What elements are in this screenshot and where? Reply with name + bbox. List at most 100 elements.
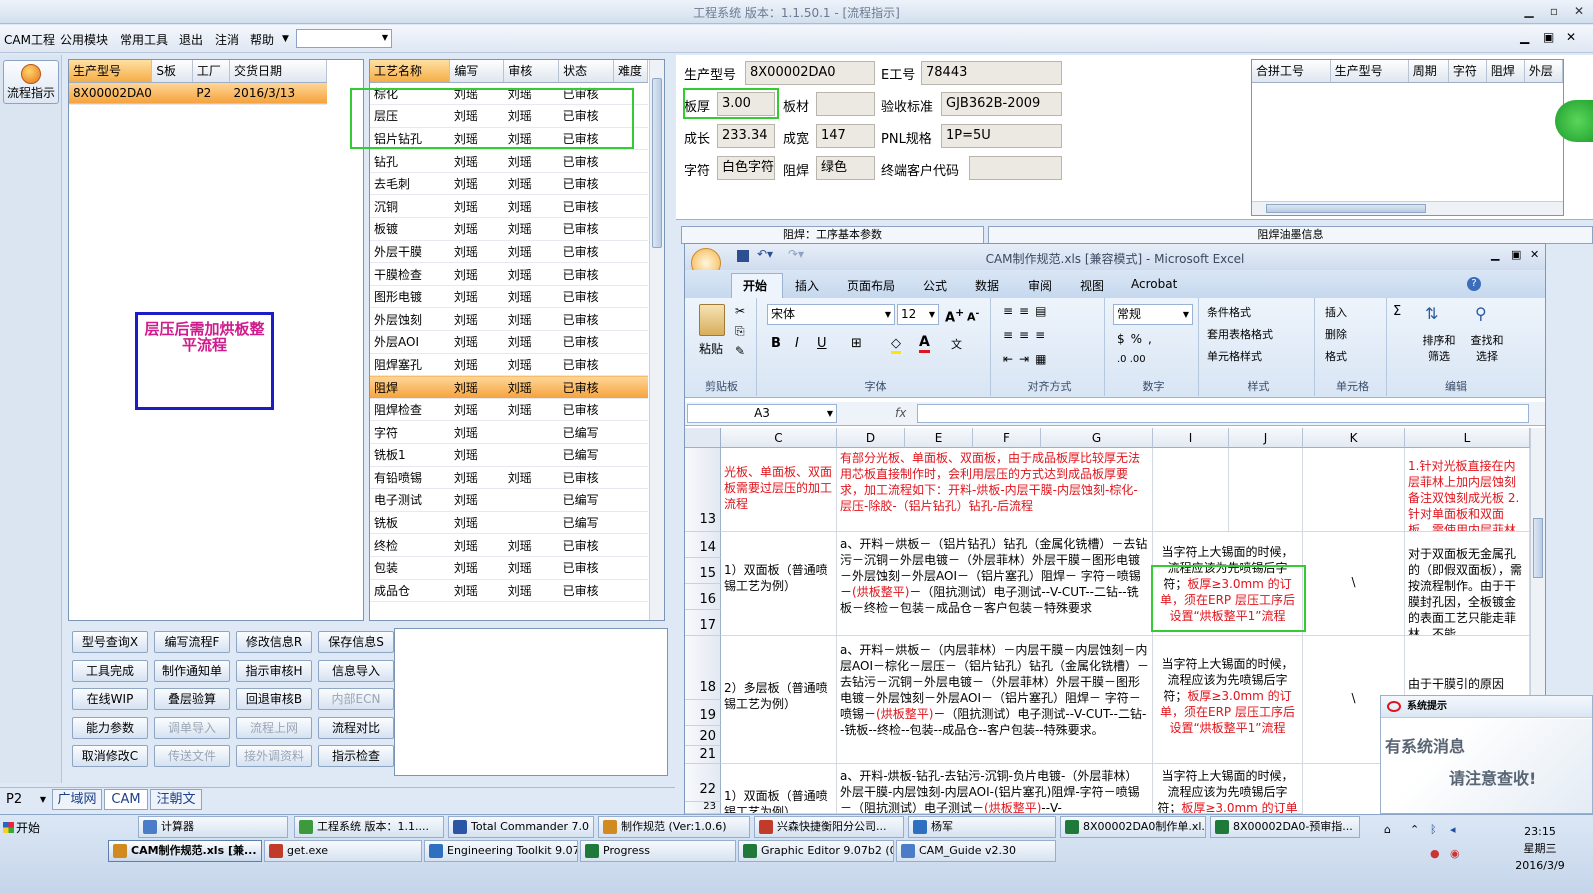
col-header-c[interactable]: C [721, 428, 837, 448]
taskbar-item[interactable]: CAM_Guide v2.30 [896, 840, 1056, 862]
tray-clock[interactable]: 23:15 星期三 2016/3/9 [1495, 823, 1585, 874]
sort-filter-label[interactable]: 排序和筛选 [1419, 332, 1459, 364]
paste-label[interactable]: 粘贴 [699, 340, 723, 357]
row-header-23[interactable]: 23 [685, 802, 721, 814]
table-row[interactable]: 终检 刘瑶 刘瑶 已审核 [370, 533, 648, 557]
col-header-g[interactable]: G [1041, 428, 1153, 448]
row-header-18[interactable]: 18 [685, 636, 721, 700]
cell-j13[interactable] [1229, 448, 1303, 532]
row-header-14[interactable]: 14 [685, 532, 721, 558]
name-box[interactable]: A3 ▼ [687, 404, 837, 423]
delete-cells[interactable]: 删除 [1325, 326, 1347, 342]
action-button[interactable]: 流程上网 [236, 716, 312, 739]
action-button[interactable]: 工具完成 [72, 659, 148, 682]
sort-filter-icon[interactable]: ⇅ [1425, 304, 1438, 323]
action-button[interactable]: 在线WIP [72, 688, 148, 710]
table-format[interactable]: 套用表格格式 [1207, 326, 1273, 342]
cut-icon[interactable]: ✂ [735, 304, 745, 318]
font-size-box[interactable]: 12 ▼ [897, 304, 939, 325]
table-row[interactable]: 去毛刺 刘瑶 刘瑶 已审核 [370, 172, 648, 196]
tray-app-icon[interactable]: ◉ [1450, 847, 1460, 860]
action-button[interactable]: 内部ECN [318, 688, 394, 710]
table-row[interactable]: 外层干膜 刘瑶 刘瑶 已审核 [370, 240, 648, 264]
action-button[interactable]: 取消修改C [72, 745, 148, 767]
table-row[interactable]: 外层AOI 刘瑶 刘瑶 已审核 [370, 330, 648, 354]
currency-percent-icons[interactable]: $%, [1117, 332, 1158, 346]
table-row[interactable]: 成品仓 刘瑶 刘瑶 已审核 [370, 579, 648, 603]
cell-c13[interactable]: 光板、单面板、双面板需要过层压的加工流程 [721, 448, 837, 532]
tab-wan[interactable]: 广域网 [52, 789, 102, 810]
col-model[interactable]: 生产型号 [69, 60, 153, 83]
formula-input[interactable] [917, 404, 1529, 423]
cell-c14[interactable]: 1）双面板（普通喷锡工艺为例） [721, 532, 837, 636]
tab-user[interactable]: 汪朝文 [150, 789, 202, 810]
cell-d14[interactable]: a、开料－烘板－（铝片钻孔）钻孔（金属化铣槽）－去钻污－沉铜－外层电镀－（外层菲… [837, 532, 1153, 636]
table-row[interactable]: 阻焊塞孔 刘瑶 刘瑶 已审核 [370, 353, 648, 377]
cell-i22[interactable]: 当字符上大锡面的时候，流程应该为先喷锡后字符；板厚≥3.0mm 的订单 [1153, 764, 1303, 814]
tab-cam[interactable]: CAM [104, 789, 148, 810]
action-button[interactable]: 型号查询X [72, 631, 148, 653]
table-row[interactable]: 钻孔 刘瑶 刘瑶 已审核 [370, 149, 648, 173]
table-row[interactable]: 电子测试 刘瑶 已编写 [370, 488, 648, 512]
action-button[interactable]: 保存信息S [318, 631, 394, 653]
decimal-icons[interactable]: .0 .00 [1117, 354, 1146, 365]
section-tab-left[interactable]: 阻焊：工序基本参数 [681, 226, 984, 244]
indent-icons[interactable]: ⇤⇥▦ [1003, 352, 1052, 366]
menu-help[interactable]: 帮助 [250, 31, 274, 48]
shrink-font-icon[interactable]: A- [967, 308, 979, 324]
process-scrollbar[interactable] [649, 60, 664, 620]
ribbon-tab[interactable]: 公式 [923, 277, 947, 294]
action-button[interactable]: 指示检查 [318, 745, 394, 767]
find-icon[interactable]: ⚲ [1475, 304, 1487, 323]
row-header-21[interactable]: 21 [685, 746, 721, 764]
number-format-box[interactable]: 常规 ▼ [1113, 304, 1193, 325]
ribbon-tab[interactable]: 数据 [975, 277, 999, 294]
menu-combo[interactable]: ▼ [296, 29, 392, 48]
taskbar-item[interactable]: Progress [580, 840, 736, 862]
tray-icons[interactable]: ⌂ ⌃ ᛒ ◂ ● ◉ [1380, 821, 1480, 887]
row-header-15[interactable]: 15 [685, 558, 721, 584]
cell-i13[interactable] [1153, 448, 1229, 532]
section-tab-right[interactable]: 阻焊油墨信息 [988, 226, 1593, 244]
halign-icons[interactable]: ≡≡≡ [1003, 328, 1051, 342]
cell-d18[interactable]: a、开料－烘板－（内层菲林）－内层干膜－内层蚀刻－内层AOI－棕化－层压－（铝片… [837, 636, 1153, 764]
fx-icon[interactable]: fx [895, 406, 906, 420]
paste-icon[interactable] [699, 304, 725, 336]
find-label[interactable]: 查找和选择 [1467, 332, 1507, 364]
col-process[interactable]: 工艺名称 [370, 60, 451, 83]
merge-col-header[interactable]: 合拼工号 [1252, 60, 1331, 83]
copy-icon[interactable]: ⎘ [735, 324, 745, 339]
tray-volume-icon[interactable]: ◂ [1450, 823, 1456, 836]
cell-c22[interactable]: 1）双面板（普通喷锡工艺为例） [721, 764, 837, 814]
col-header-j[interactable]: J [1229, 428, 1303, 448]
cell-l14[interactable]: 对于双面板无金属孔的（即假双面板），需按流程制作。由于干膜封孔因，全板镀金的表面… [1405, 532, 1530, 636]
table-row[interactable]: 字符 刘瑶 已编写 [370, 420, 648, 444]
taskbar-item[interactable]: 工程系统 版本：1.1.... [294, 816, 444, 838]
col-date[interactable]: 交货日期 [229, 60, 327, 83]
ribbon-tab[interactable]: 页面布局 [847, 277, 895, 294]
insert-cells[interactable]: 插入 [1325, 304, 1347, 320]
system-popup[interactable]: 系统提示 有系统消息 请注意查收! [1380, 695, 1593, 814]
table-row[interactable]: 阻焊 刘瑶 刘瑶 已审核 [370, 375, 648, 399]
merge-scroll-thumb[interactable] [1266, 204, 1426, 213]
col-factory[interactable]: 工厂 [192, 60, 231, 83]
excel-restore-icon[interactable]: ▣ [1511, 248, 1521, 261]
taskbar-item[interactable]: 8X00002DA0制作单.xl... [1060, 816, 1206, 838]
start-button[interactable]: 开始 [2, 817, 48, 839]
col-s[interactable]: S板 [151, 60, 193, 83]
col-author[interactable]: 编写 [449, 60, 505, 83]
action-button[interactable]: 编写流程F [154, 631, 230, 653]
table-row[interactable]: 8X00002DA0 P2 2016/3/13 [69, 82, 327, 106]
menu-cam[interactable]: CAM工程 [4, 31, 55, 48]
taskbar-item[interactable]: Total Commander 7.0 p... [448, 816, 594, 838]
row-header-13[interactable]: 13 [685, 448, 721, 532]
table-row[interactable]: 铣板 刘瑶 已编写 [370, 511, 648, 535]
cell-d22[interactable]: a、开料-烘板-钻孔-去钻污-沉铜-负片电镀-（外层菲林）外层干膜-内层蚀刻-内… [837, 764, 1153, 814]
table-row[interactable]: 有铅喷锡 刘瑶 刘瑶 已审核 [370, 466, 648, 490]
row-header-20[interactable]: 20 [685, 726, 721, 746]
cell-k14[interactable]: \ [1303, 532, 1405, 636]
action-button[interactable]: 制作通知单 [154, 659, 230, 682]
help-icon[interactable]: ? [1467, 277, 1481, 291]
action-button[interactable]: 传送文件 [154, 745, 230, 767]
close-icon[interactable]: ✕ [1570, 3, 1588, 19]
